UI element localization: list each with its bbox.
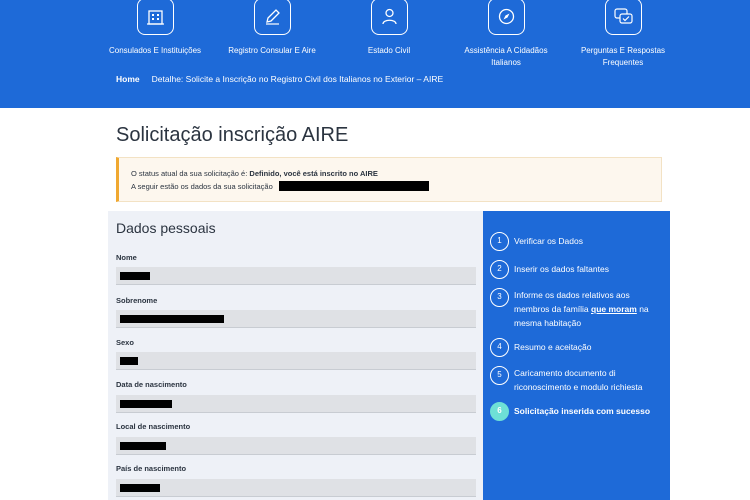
step-number: 5 bbox=[490, 366, 509, 385]
building-icon bbox=[136, 0, 174, 35]
data-line: A seguir estão os dados da sua solicitaç… bbox=[131, 180, 661, 193]
nav-label: Estado Civil bbox=[367, 46, 411, 55]
pencil-icon bbox=[253, 0, 291, 35]
pais-nascimento-field[interactable] bbox=[116, 479, 476, 497]
nav-item-assistencia[interactable]: Assistência A Cidadãos Italianos bbox=[456, 0, 556, 69]
step-number: 6 bbox=[490, 402, 509, 421]
redacted-value bbox=[120, 442, 166, 450]
redacted-value bbox=[120, 315, 224, 323]
step-label: Informe os dados relativos aos membros d… bbox=[514, 288, 664, 330]
sexo-field[interactable] bbox=[116, 352, 476, 370]
status-alert: O status atual da sua solicitação é: Def… bbox=[116, 157, 662, 202]
data-nascimento-field[interactable] bbox=[116, 395, 476, 413]
nav-label: Registro Consular E Aire bbox=[228, 46, 316, 55]
nav-item-estado-civil[interactable]: Estado Civil bbox=[339, 0, 439, 57]
data-line-text: A seguir estão os dados da sua solicitaç… bbox=[131, 182, 273, 191]
step-number: 4 bbox=[490, 338, 509, 357]
step-number: 2 bbox=[490, 260, 509, 279]
field-label-nome: Nome bbox=[116, 253, 137, 262]
nav-label: Perguntas E Respostas Frequentes bbox=[580, 46, 666, 67]
redacted-request-id bbox=[278, 181, 429, 191]
user-icon bbox=[370, 0, 408, 35]
local-nascimento-field[interactable] bbox=[116, 437, 476, 455]
personal-data-form: Dados pessoais Nome Sobrenome Sexo Data … bbox=[108, 211, 483, 500]
step-label: Inserir os dados faltantes bbox=[514, 264, 609, 274]
page-title: Solicitação inscrição AIRE bbox=[116, 124, 349, 146]
redacted-value bbox=[120, 357, 138, 365]
breadcrumb-current: Detalhe: Solicite a Inscrição no Registr… bbox=[151, 74, 444, 84]
step-label: Resumo e aceitação bbox=[514, 342, 592, 352]
step-number: 3 bbox=[490, 288, 509, 307]
field-label-pais-nascimento: País de nascimento bbox=[116, 464, 187, 473]
field-label-sexo: Sexo bbox=[116, 338, 134, 347]
nav-label: Assistência A Cidadãos Italianos bbox=[464, 46, 548, 67]
site-header: Consulados E Instituições Registro Consu… bbox=[0, 0, 750, 108]
status-prefix: O status atual da sua solicitação é: bbox=[131, 169, 250, 178]
status-line: O status atual da sua solicitação é: Def… bbox=[131, 167, 661, 180]
breadcrumb-home-link[interactable]: Home bbox=[116, 74, 140, 84]
chat-check-icon bbox=[604, 0, 642, 35]
sobrenome-field[interactable] bbox=[116, 310, 476, 328]
section-title: Dados pessoais bbox=[116, 220, 216, 236]
field-label-local-nascimento: Local de nascimento bbox=[116, 422, 191, 431]
nome-field[interactable] bbox=[116, 267, 476, 285]
step-link-que-moram[interactable]: que moram bbox=[591, 304, 637, 314]
compass-icon bbox=[487, 0, 525, 35]
step-label: Solicitação inserida com sucesso bbox=[514, 406, 651, 416]
redacted-value bbox=[120, 272, 150, 280]
field-label-data-nascimento: Data de nascimento bbox=[116, 380, 187, 389]
field-label-sobrenome: Sobrenome bbox=[116, 296, 158, 305]
status-value: Definido, você está inscrito no AIRE bbox=[249, 169, 378, 178]
step-label: Verificar os Dados bbox=[514, 236, 583, 246]
step-number: 1 bbox=[490, 232, 509, 251]
step-label: Caricamento documento di riconoscimento … bbox=[514, 368, 643, 392]
nav-item-perguntas[interactable]: Perguntas E Respostas Frequentes bbox=[573, 0, 673, 69]
nav-label: Consulados E Instituições bbox=[108, 46, 202, 55]
steps-panel: 1 Verificar os Dados 2 Inserir os dados … bbox=[483, 211, 670, 500]
nav-item-registro[interactable]: Registro Consular E Aire bbox=[222, 0, 322, 57]
breadcrumb: Home Detalhe: Solicite a Inscrição no Reg… bbox=[116, 74, 443, 84]
nav-item-consulados[interactable]: Consulados E Instituições bbox=[105, 0, 205, 57]
redacted-value bbox=[120, 400, 172, 408]
redacted-value bbox=[120, 484, 160, 492]
